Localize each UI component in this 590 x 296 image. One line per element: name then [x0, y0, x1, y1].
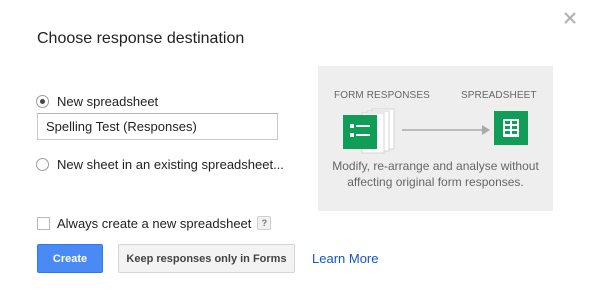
form-responses-heading: FORM RESPONSES	[334, 90, 430, 101]
new-spreadsheet-radio[interactable]	[36, 94, 49, 108]
dialog-title: Choose response destination	[37, 30, 245, 47]
create-button[interactable]: Create	[37, 244, 103, 273]
arrow-right-icon	[402, 125, 490, 135]
response-destination-dialog: Choose response destination New spreadsh…	[0, 0, 590, 296]
existing-spreadsheet-radio[interactable]	[36, 157, 49, 171]
close-icon[interactable]	[562, 10, 578, 26]
spreadsheet-name-input[interactable]	[37, 113, 278, 140]
existing-spreadsheet-label: New sheet in an existing spreadsheet...	[57, 156, 284, 172]
always-create-checkbox[interactable]	[37, 216, 50, 230]
help-icon[interactable]: ?	[257, 216, 272, 230]
spreadsheet-heading: SPREADSHEET	[461, 90, 537, 101]
form-responses-icon	[343, 108, 395, 154]
illustration-description: Modify, re-arrange and analyse without a…	[318, 158, 553, 190]
new-spreadsheet-option[interactable]: New spreadsheet	[36, 93, 158, 109]
description-line-2: affecting original form responses.	[347, 175, 524, 189]
description-line-1: Modify, re-arrange and analyse without	[332, 159, 539, 173]
new-spreadsheet-label: New spreadsheet	[57, 93, 159, 109]
learn-more-link[interactable]: Learn More	[312, 251, 378, 266]
always-create-label: Always create a new spreadsheet	[57, 215, 252, 231]
illustration-panel: FORM RESPONSES SPREADSHEET Modify, re-ar…	[318, 66, 553, 211]
keep-responses-in-forms-button[interactable]: Keep responses only in Forms	[118, 244, 295, 273]
always-create-option[interactable]: Always create a new spreadsheet ?	[37, 215, 272, 231]
spreadsheet-icon	[494, 111, 528, 145]
existing-spreadsheet-option[interactable]: New sheet in an existing spreadsheet...	[36, 156, 284, 172]
